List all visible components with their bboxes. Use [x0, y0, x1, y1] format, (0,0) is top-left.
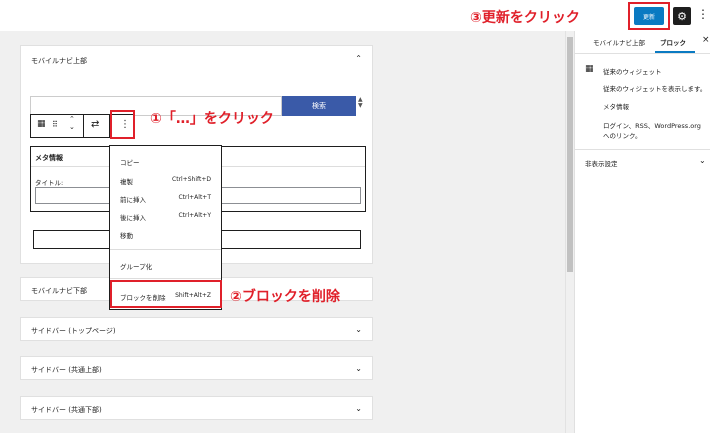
menu-item-insert-after[interactable]: 後に挿入: [120, 212, 146, 222]
menu-item-insert-before[interactable]: 前に挿入: [120, 194, 146, 204]
panel-title: サイドバー (トップページ): [31, 327, 116, 335]
shortcut-insert-after: Ctrl+Alt+Y: [178, 212, 211, 219]
drag-handle-icon[interactable]: ⠿: [52, 120, 58, 129]
chevron-down-icon[interactable]: ⌄: [699, 156, 706, 165]
chevron-down-icon[interactable]: ⌄: [355, 404, 362, 413]
settings-sidebar: モバイルナビ上部 ブロック × ▦ 従来のウィジェット 従来のウィジェットを表示…: [574, 31, 710, 433]
transform-icon[interactable]: ⇄: [91, 119, 99, 130]
annotation-step3: ③更新をクリック: [470, 10, 580, 26]
scroll-arrows[interactable]: ▲ ▼: [358, 97, 363, 109]
close-icon[interactable]: ×: [702, 35, 710, 45]
hidden-settings-toggle[interactable]: 非表示設定: [585, 158, 618, 168]
divider: [575, 149, 710, 150]
top-toolbar: ③更新をクリック 更新 ⚙ ⋮: [0, 0, 710, 31]
calendar-icon: ▦: [585, 64, 594, 74]
meta-description-line1: ログイン、RSS、WordPress.org: [603, 122, 701, 130]
highlight-remove-block: [110, 280, 222, 308]
toolbar-divider: [83, 115, 84, 137]
shortcut-insert-before: Ctrl+Alt+T: [178, 194, 211, 201]
editor-scrollbar[interactable]: [565, 31, 574, 433]
search-button[interactable]: 検索: [282, 96, 356, 116]
shortcut-duplicate: Ctrl+Shift+D: [172, 176, 211, 183]
panel-title: モバイルナビ下部: [31, 287, 87, 295]
panel-title: モバイルナビ上部: [31, 57, 87, 65]
widget-area-sidebar-common-top[interactable]: サイドバー (共通上部) ⌄: [20, 356, 373, 380]
menu-item-duplicate[interactable]: 複製: [120, 176, 133, 186]
chevron-up-icon[interactable]: ⌃: [355, 54, 362, 63]
widget-area-sidebar-common-bottom[interactable]: サイドバー (共通下部) ⌄: [20, 396, 373, 420]
menu-item-copy[interactable]: コピー: [120, 157, 140, 167]
menu-item-move[interactable]: 移動: [120, 230, 133, 240]
tab-block[interactable]: ブロック: [660, 37, 686, 47]
more-vertical-icon[interactable]: ⋮: [697, 7, 709, 21]
annotation-step2: ②ブロックを削除: [230, 289, 340, 305]
meta-block-title: メタ情報: [35, 154, 63, 162]
gear-icon[interactable]: ⚙: [673, 7, 691, 25]
chevron-down-icon[interactable]: ⌄: [355, 325, 362, 334]
chevron-down-icon[interactable]: ⌄: [355, 364, 362, 373]
title-label: タイトル:: [35, 179, 64, 187]
widget-title: 従来のウィジェット: [603, 68, 662, 76]
menu-item-group[interactable]: グループ化: [120, 261, 152, 271]
divider: [575, 53, 710, 54]
tab-widget-area[interactable]: モバイルナビ上部: [593, 37, 645, 47]
highlight-options: [110, 110, 135, 139]
menu-divider: [110, 249, 221, 250]
annotation-step1: ①「…」をクリック: [150, 111, 274, 127]
meta-description-line2: へのリンク。: [603, 132, 642, 140]
panel-title: サイドバー (共通下部): [31, 406, 102, 414]
scrollbar-thumb[interactable]: [567, 37, 573, 272]
move-arrows-icon[interactable]: ⌃ ⌄: [69, 115, 75, 131]
panel-title: サイドバー (共通上部): [31, 366, 102, 374]
widget-description: 従来のウィジェットを表示します。: [603, 85, 707, 93]
menu-divider: [110, 278, 221, 279]
update-button[interactable]: 更新: [634, 7, 664, 25]
meta-title: メタ情報: [603, 103, 629, 111]
widget-area-sidebar-top-page[interactable]: サイドバー (トップページ) ⌄: [20, 317, 373, 341]
calendar-icon[interactable]: ▦: [37, 119, 46, 129]
